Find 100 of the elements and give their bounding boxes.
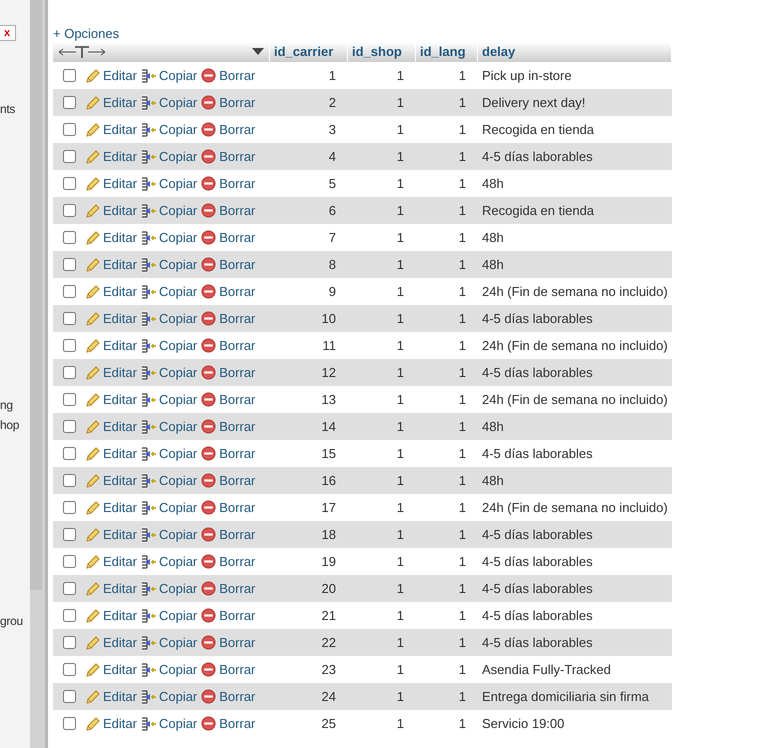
copy-link[interactable]: Copiar <box>140 660 198 680</box>
row-checkbox[interactable] <box>62 447 76 460</box>
row-checkbox[interactable] <box>62 177 76 190</box>
delete-link[interactable]: Borrar <box>201 498 256 518</box>
edit-link[interactable]: Editar <box>85 660 137 680</box>
copy-link[interactable]: Copiar <box>140 174 198 194</box>
copy-link[interactable]: Copiar <box>140 714 198 734</box>
edit-link[interactable]: Editar <box>85 254 137 274</box>
sidebar-item[interactable]: hop <box>0 417 20 433</box>
row-checkbox[interactable] <box>62 393 76 406</box>
delete-link[interactable]: Borrar <box>201 200 256 220</box>
row-checkbox[interactable] <box>62 636 76 649</box>
edit-link[interactable]: Editar <box>85 362 137 382</box>
copy-link[interactable]: Copiar <box>140 416 198 436</box>
edit-link[interactable]: Editar <box>85 66 137 86</box>
row-checkbox[interactable] <box>62 690 76 703</box>
edit-link[interactable]: Editar <box>85 282 137 302</box>
column-resize-icon[interactable] <box>58 45 106 59</box>
edit-link[interactable]: Editar <box>85 174 137 194</box>
copy-link[interactable]: Copiar <box>140 444 198 464</box>
delete-link[interactable]: Borrar <box>201 660 256 680</box>
delete-link[interactable]: Borrar <box>201 362 256 382</box>
copy-link[interactable]: Copiar <box>140 498 198 518</box>
edit-link[interactable]: Editar <box>85 228 137 248</box>
row-checkbox[interactable] <box>62 312 76 325</box>
copy-link[interactable]: Copiar <box>140 578 198 598</box>
delete-link[interactable]: Borrar <box>201 92 256 112</box>
delete-link[interactable]: Borrar <box>201 120 256 140</box>
edit-link[interactable]: Editar <box>85 552 137 572</box>
copy-link[interactable]: Copiar <box>140 470 198 490</box>
edit-link[interactable]: Editar <box>85 578 137 598</box>
delete-link[interactable]: Borrar <box>201 146 256 166</box>
row-checkbox[interactable] <box>62 69 76 82</box>
sidebar-item[interactable]: grou <box>0 613 23 629</box>
close-button[interactable]: x <box>0 25 16 41</box>
delete-link[interactable]: Borrar <box>201 714 256 734</box>
row-checkbox[interactable] <box>62 501 76 514</box>
delete-link[interactable]: Borrar <box>201 66 256 86</box>
row-checkbox[interactable] <box>62 150 76 163</box>
delete-link[interactable]: Borrar <box>201 174 256 194</box>
edit-link[interactable]: Editar <box>85 120 137 140</box>
row-checkbox[interactable] <box>62 582 76 595</box>
row-checkbox[interactable] <box>62 96 76 109</box>
row-checkbox[interactable] <box>62 528 76 541</box>
row-checkbox[interactable] <box>62 474 76 487</box>
options-link[interactable]: + Opciones <box>53 26 120 42</box>
edit-link[interactable]: Editar <box>85 444 137 464</box>
edit-link[interactable]: Editar <box>85 92 137 112</box>
delete-link[interactable]: Borrar <box>201 254 256 274</box>
edit-link[interactable]: Editar <box>85 524 137 544</box>
copy-link[interactable]: Copiar <box>140 632 198 652</box>
copy-link[interactable]: Copiar <box>140 228 198 248</box>
copy-link[interactable]: Copiar <box>140 120 198 140</box>
copy-link[interactable]: Copiar <box>140 282 198 302</box>
row-checkbox[interactable] <box>62 123 76 136</box>
edit-link[interactable]: Editar <box>85 200 137 220</box>
copy-link[interactable]: Copiar <box>140 552 198 572</box>
edit-link[interactable]: Editar <box>85 336 137 356</box>
delete-link[interactable]: Borrar <box>201 390 256 410</box>
delete-link[interactable]: Borrar <box>201 228 256 248</box>
sidebar-item[interactable]: nts <box>0 101 16 117</box>
copy-link[interactable]: Copiar <box>140 606 198 626</box>
copy-link[interactable]: Copiar <box>140 92 198 112</box>
delete-link[interactable]: Borrar <box>201 632 256 652</box>
row-checkbox[interactable] <box>62 420 76 433</box>
copy-link[interactable]: Copiar <box>140 254 198 274</box>
delete-link[interactable]: Borrar <box>201 552 256 572</box>
delete-link[interactable]: Borrar <box>201 524 256 544</box>
copy-link[interactable]: Copiar <box>140 362 198 382</box>
copy-link[interactable]: Copiar <box>140 390 198 410</box>
delete-link[interactable]: Borrar <box>201 606 256 626</box>
delete-link[interactable]: Borrar <box>201 578 256 598</box>
copy-link[interactable]: Copiar <box>140 66 198 86</box>
row-checkbox[interactable] <box>62 663 76 676</box>
edit-link[interactable]: Editar <box>85 714 137 734</box>
row-checkbox[interactable] <box>62 555 76 568</box>
edit-link[interactable]: Editar <box>85 686 137 706</box>
row-checkbox[interactable] <box>62 366 76 379</box>
edit-link[interactable]: Editar <box>85 498 137 518</box>
delete-link[interactable]: Borrar <box>201 308 256 328</box>
row-checkbox[interactable] <box>62 231 76 244</box>
sidebar-item[interactable]: ng <box>0 397 13 413</box>
delete-link[interactable]: Borrar <box>201 444 256 464</box>
copy-link[interactable]: Copiar <box>140 308 198 328</box>
edit-link[interactable]: Editar <box>85 390 137 410</box>
dropdown-caret-icon[interactable] <box>252 48 264 56</box>
delete-link[interactable]: Borrar <box>201 336 256 356</box>
delete-link[interactable]: Borrar <box>201 686 256 706</box>
copy-link[interactable]: Copiar <box>140 200 198 220</box>
row-checkbox[interactable] <box>62 285 76 298</box>
edit-link[interactable]: Editar <box>85 470 137 490</box>
copy-link[interactable]: Copiar <box>140 336 198 356</box>
edit-link[interactable]: Editar <box>85 308 137 328</box>
edit-link[interactable]: Editar <box>85 632 137 652</box>
copy-link[interactable]: Copiar <box>140 686 198 706</box>
copy-link[interactable]: Copiar <box>140 146 198 166</box>
delete-link[interactable]: Borrar <box>201 470 256 490</box>
delete-link[interactable]: Borrar <box>201 416 256 436</box>
row-checkbox[interactable] <box>62 258 76 271</box>
row-checkbox[interactable] <box>62 717 76 730</box>
